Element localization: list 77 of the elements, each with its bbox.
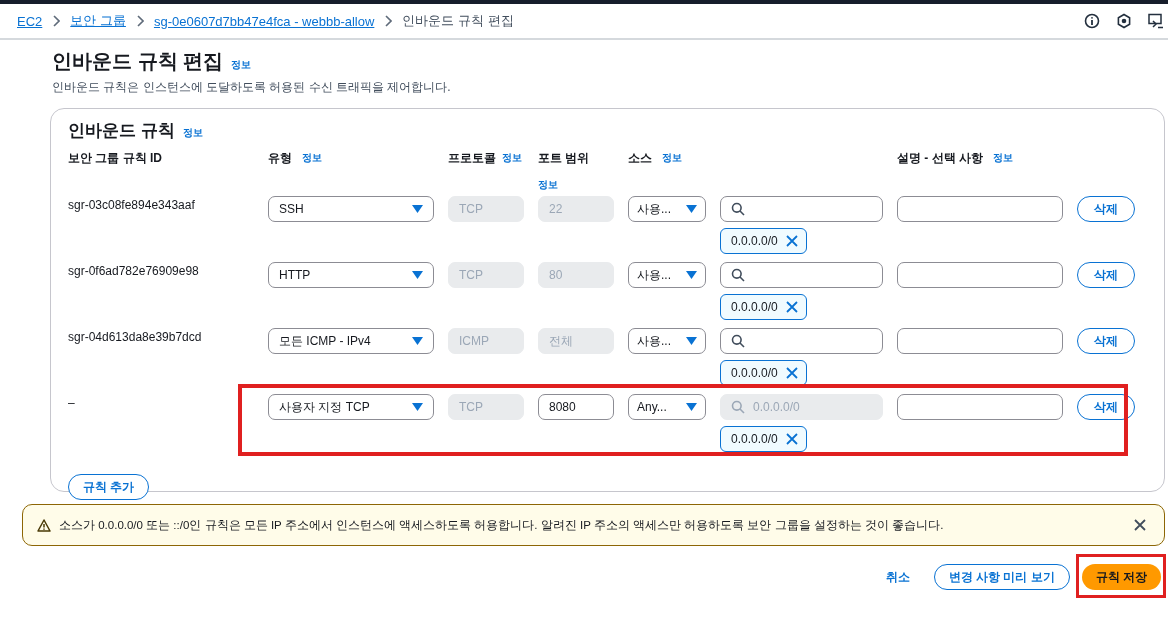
caret-icon — [412, 337, 423, 345]
warning-icon — [37, 518, 51, 532]
search-icon — [731, 400, 745, 414]
breadcrumb-link[interactable]: 보안 그룹 — [70, 12, 126, 30]
search-icon — [731, 202, 745, 216]
source-select[interactable]: 사용... — [628, 262, 706, 288]
source-select[interactable]: Any... — [628, 394, 706, 420]
description-field[interactable] — [897, 394, 1063, 420]
description-field[interactable] — [897, 328, 1063, 354]
description-field[interactable] — [897, 196, 1063, 222]
preview-button[interactable]: 변경 사항 미리 보기 — [933, 564, 1070, 590]
type-select[interactable]: SSH — [268, 196, 434, 222]
page-description: 인바운드 규칙은 인스턴스에 도달하도록 허용된 수신 트래픽을 제어합니다. — [52, 79, 452, 96]
column-header: 포트 범위 — [538, 150, 590, 167]
type-select[interactable]: 모든 ICMP - IPv4 — [268, 328, 434, 354]
source-chip: 0.0.0.0/0 — [720, 426, 807, 452]
source-search-field[interactable] — [720, 328, 883, 354]
add-rule-button[interactable]: 규칙 추가 — [68, 474, 150, 500]
caret-icon — [412, 205, 423, 213]
caret-icon — [686, 271, 697, 279]
search-icon — [731, 268, 745, 282]
caret-icon — [412, 271, 423, 279]
rule-id: sgr-0f6ad782e76909e98 — [68, 263, 200, 280]
column-header: 유형 — [268, 150, 292, 167]
chevron-icon — [52, 15, 61, 27]
info-link[interactable]: 정보 — [538, 178, 558, 192]
close-icon[interactable] — [785, 235, 798, 247]
close-icon[interactable] — [785, 433, 798, 445]
chevron-icon — [384, 15, 393, 27]
chevron-icon — [135, 15, 144, 27]
rule-id: sgr-04d613da8e39b7dcd — [68, 329, 203, 346]
search-icon — [731, 334, 745, 348]
column-header: 보안 그룹 규칙 ID — [68, 150, 162, 167]
delete-button[interactable]: 삭제 — [1077, 328, 1135, 354]
source-select[interactable]: 사용... — [628, 328, 706, 354]
source-search-field[interactable] — [720, 196, 883, 222]
rule-id: sgr-03c08fe894e343aaf — [68, 197, 196, 214]
source-chip: 0.0.0.0/0 — [720, 294, 807, 320]
delete-button[interactable]: 삭제 — [1077, 262, 1135, 288]
caret-icon — [686, 205, 697, 213]
hexagon-icon[interactable] — [1116, 13, 1132, 29]
info-link[interactable]: 정보 — [993, 151, 1013, 165]
info-link[interactable]: 정보 — [182, 126, 203, 140]
delete-button[interactable]: 삭제 — [1077, 196, 1135, 222]
warning-text: 소스가 0.0.0.0/0 또는 ::/0인 규칙은 모든 IP 주소에서 인스턴스에 액세스하도록 허용합니다. 알려진 IP 주소의 액세스만 허용하도록 보안 그룹을 설정하는 것이 좋습니다. — [59, 517, 944, 533]
panel-title: 인바운드 규칙 — [68, 120, 175, 142]
column-header: 설명 - 선택 사항 — [897, 150, 983, 167]
source-chip: 0.0.0.0/0 — [720, 360, 807, 386]
cancel-link[interactable]: 취소 — [885, 568, 910, 586]
close-icon[interactable] — [785, 367, 798, 379]
type-select[interactable]: HTTP — [268, 262, 434, 288]
delete-button[interactable]: 삭제 — [1077, 394, 1135, 420]
caret-icon — [412, 403, 423, 411]
close-icon[interactable] — [1134, 519, 1146, 531]
type-select[interactable]: 사용자 지정 TCP — [268, 394, 434, 420]
source-select[interactable]: 사용... — [628, 196, 706, 222]
column-header: 프로토콜 — [448, 150, 496, 167]
info-link[interactable]: 정보 — [302, 151, 322, 165]
column-header: 소스 — [628, 150, 652, 167]
terminal-icon[interactable] — [1148, 13, 1164, 29]
caret-icon — [686, 403, 697, 411]
port-field[interactable]: 8080 — [538, 394, 614, 420]
page-title: 인바운드 규칙 편집 — [52, 49, 224, 74]
breadcrumb-link[interactable]: sg-0e0607d7bb47e4fca - webbb-allow — [153, 13, 375, 29]
rule-id: – — [68, 395, 76, 412]
description-field[interactable] — [897, 262, 1063, 288]
source-search-field[interactable] — [720, 262, 883, 288]
info-link[interactable]: 정보 — [662, 151, 682, 165]
caret-icon — [686, 337, 697, 345]
info-link[interactable]: 정보 — [231, 58, 252, 72]
close-icon[interactable] — [785, 301, 798, 313]
info-link[interactable]: 정보 — [502, 151, 522, 165]
source-chip: 0.0.0.0/0 — [720, 228, 807, 254]
breadcrumb-link[interactable]: EC2 — [17, 13, 43, 29]
info-icon[interactable] — [1084, 13, 1100, 29]
save-button[interactable]: 규칙 저장 — [1081, 564, 1161, 590]
breadcrumb-current: 인바운드 규칙 편집 — [402, 12, 514, 30]
